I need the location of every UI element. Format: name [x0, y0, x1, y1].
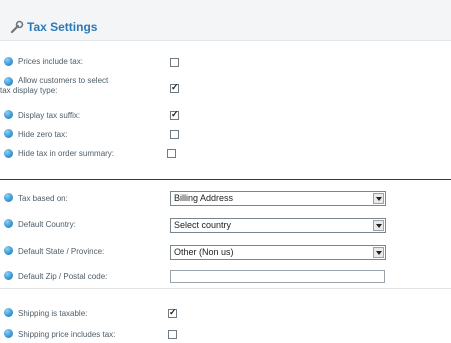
help-icon[interactable]: [4, 219, 13, 228]
default-country-label: Default Country:: [18, 220, 76, 229]
shipping-taxable-label: Shipping is taxable:: [18, 309, 88, 318]
tax-based-on-select[interactable]: Billing Address: [170, 191, 386, 206]
help-icon[interactable]: [4, 193, 13, 202]
section-divider: [0, 288, 451, 289]
help-icon[interactable]: [4, 308, 13, 317]
help-icon[interactable]: [4, 329, 13, 338]
allow-select-display-checkbox[interactable]: [170, 82, 179, 93]
shipping-includes-tax-label: Shipping price includes tax:: [18, 330, 116, 339]
option-label: Hide tax in order summary:: [18, 149, 115, 158]
option-label: Allow customers to select: [18, 76, 109, 85]
help-icon[interactable]: [4, 129, 13, 138]
shipping-taxable-checkbox[interactable]: [168, 307, 177, 318]
chevron-down-icon[interactable]: [373, 220, 384, 231]
option-label-cont: tax display type:: [0, 86, 58, 95]
default-country-select[interactable]: Select country: [170, 218, 386, 233]
help-icon[interactable]: [4, 149, 13, 158]
selected-value: Select country: [174, 220, 232, 230]
tax-based-on-label: Tax based on:: [18, 194, 68, 203]
display-tax-suffix-checkbox[interactable]: [170, 109, 179, 120]
selected-value: Other (Non us): [174, 247, 234, 257]
settings-header: Tax Settings: [0, 0, 451, 41]
option-label: Prices include tax:: [18, 57, 83, 66]
help-icon[interactable]: [4, 246, 13, 255]
help-icon[interactable]: [4, 57, 13, 66]
help-icon[interactable]: [4, 77, 13, 86]
section-divider: [0, 179, 451, 180]
option-label: Display tax suffix:: [18, 111, 81, 120]
default-state-label: Default State / Province:: [18, 247, 105, 256]
hide-tax-summary-checkbox[interactable]: [167, 149, 176, 158]
page-title: Tax Settings: [27, 20, 98, 34]
default-zip-label: Default Zip / Postal code:: [18, 272, 108, 281]
help-icon[interactable]: [4, 110, 13, 119]
shipping-includes-tax-checkbox[interactable]: [168, 330, 177, 339]
prices-include-tax-checkbox[interactable]: [170, 58, 179, 67]
wrench-icon: [10, 20, 24, 34]
title-group: Tax Settings: [10, 20, 97, 34]
default-zip-input[interactable]: [170, 270, 385, 283]
chevron-down-icon[interactable]: [373, 193, 384, 204]
hide-zero-tax-checkbox[interactable]: [170, 130, 179, 139]
help-icon[interactable]: [4, 271, 13, 280]
option-label: Hide zero tax:: [18, 130, 68, 139]
chevron-down-icon[interactable]: [373, 247, 384, 258]
selected-value: Billing Address: [174, 193, 234, 203]
default-state-select[interactable]: Other (Non us): [170, 245, 386, 260]
